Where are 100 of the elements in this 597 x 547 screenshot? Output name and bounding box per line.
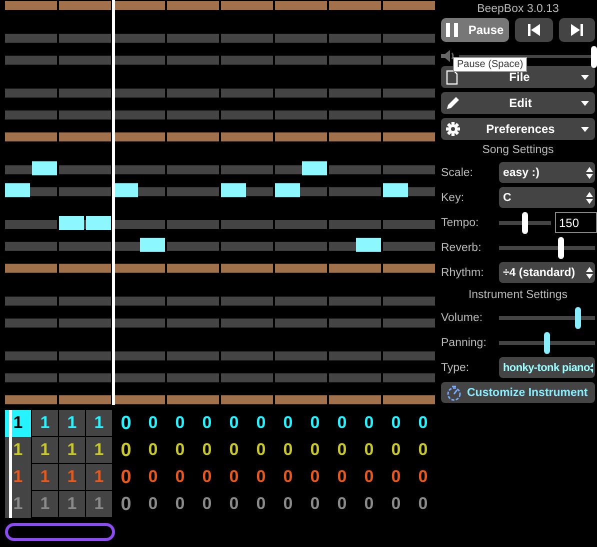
pattern-cell[interactable]: 1 — [86, 410, 112, 436]
pattern-cell[interactable]: 0 — [113, 437, 139, 463]
pattern-cell[interactable]: 1 — [59, 410, 85, 436]
pattern-cell[interactable]: 0 — [194, 410, 220, 436]
pattern-cell[interactable]: 0 — [410, 437, 436, 463]
slider-thumb[interactable] — [522, 212, 528, 234]
pattern-cell[interactable]: 1 — [5, 437, 31, 464]
pattern-cell[interactable]: 0 — [383, 464, 409, 490]
skip-back-icon — [528, 24, 540, 36]
pattern-cell[interactable]: 0 — [275, 491, 301, 517]
pattern-cell[interactable]: 0 — [113, 410, 139, 436]
pattern-cell[interactable]: 0 — [167, 410, 193, 436]
pattern-cell[interactable]: 1 — [86, 437, 112, 463]
pattern-number: 0 — [120, 470, 132, 484]
spinner-arrows-icon — [586, 192, 593, 204]
pattern-cell[interactable]: 0 — [167, 464, 193, 490]
slider-thumb[interactable] — [544, 332, 550, 354]
setting-label: Type: — [441, 362, 470, 374]
gear-icon — [446, 122, 460, 136]
pattern-cell[interactable]: 0 — [275, 464, 301, 490]
pattern-cell[interactable]: 0 — [275, 437, 301, 463]
pattern-cell[interactable]: 0 — [329, 410, 355, 436]
customize-instrument-button[interactable]: Customize Instrument — [441, 382, 595, 403]
pattern-number: 0 — [120, 416, 132, 430]
pattern-cell[interactable]: 0 — [194, 491, 220, 517]
slider-thumb[interactable] — [574, 306, 581, 328]
setting-label: Key: — [441, 192, 466, 204]
pattern-cell[interactable]: 0 — [140, 464, 166, 490]
previous-bar-button[interactable] — [515, 18, 553, 42]
pattern-cell[interactable]: 0 — [356, 410, 382, 436]
setting-label: Panning: — [441, 336, 488, 348]
pattern-cell[interactable]: 0 — [302, 410, 328, 436]
dropdown-select[interactable]: C — [499, 187, 595, 208]
menu-button[interactable]: Preferences — [441, 118, 595, 140]
spinner-arrows-icon — [586, 266, 593, 278]
section-heading: Song Settings — [481, 143, 555, 158]
dropdown-caret-icon — [580, 74, 589, 80]
pattern-cell[interactable]: 0 — [383, 491, 409, 517]
volume-slider-thumb[interactable] — [591, 46, 597, 68]
app-title: BeepBox 3.0.13 — [476, 2, 560, 17]
setting-label: Volume: — [441, 312, 484, 324]
dropdown-select[interactable]: easy :) — [499, 162, 595, 183]
stopwatch-icon — [445, 384, 463, 400]
spinner-arrows-icon — [586, 166, 593, 178]
pattern-cell[interactable]: 0 — [113, 464, 139, 490]
pattern-cell[interactable]: 0 — [221, 410, 247, 436]
pattern-cell[interactable]: 0 — [329, 437, 355, 463]
tempo-field[interactable]: 150 — [555, 212, 597, 233]
pattern-cell[interactable]: 1 — [5, 410, 31, 437]
pattern-cell[interactable]: 0 — [410, 491, 436, 517]
pattern-cell[interactable]: 0 — [248, 464, 274, 490]
pattern-cell[interactable]: 0 — [221, 491, 247, 517]
speaker-icon — [441, 50, 455, 62]
next-bar-button[interactable] — [559, 18, 595, 42]
pattern-cell[interactable]: 0 — [383, 437, 409, 463]
pattern-cell[interactable]: 0 — [140, 491, 166, 517]
pattern-cell[interactable]: 0 — [167, 437, 193, 463]
pattern-cell[interactable]: 0 — [329, 491, 355, 517]
pattern-cell[interactable]: 1 — [32, 437, 58, 463]
pattern-cell[interactable]: 0 — [329, 464, 355, 490]
pattern-cell[interactable]: 0 — [194, 464, 220, 490]
pattern-cell[interactable]: 0 — [356, 491, 382, 517]
pattern-cell[interactable]: 0 — [302, 491, 328, 517]
dropdown-caret-icon — [581, 126, 589, 132]
skip-forward-icon — [571, 24, 583, 36]
pattern-cell[interactable]: 0 — [248, 410, 274, 436]
spinner-arrows-icon — [590, 362, 593, 374]
pattern-cell[interactable]: 0 — [302, 464, 328, 490]
dropdown-select[interactable]: honky-tonk piano — [499, 357, 595, 378]
pause-icon — [446, 23, 458, 37]
menu-button[interactable]: Edit — [441, 92, 595, 114]
slider-thumb[interactable] — [558, 236, 564, 258]
pattern-cell[interactable]: 0 — [248, 437, 274, 463]
pattern-cell[interactable]: 0 — [302, 437, 328, 463]
pattern-cell[interactable]: 1 — [32, 410, 58, 436]
pattern-cell[interactable]: 0 — [383, 410, 409, 436]
pencil-icon — [446, 96, 460, 110]
pattern-cell[interactable]: 0 — [221, 437, 247, 463]
dropdown-caret-icon — [580, 100, 589, 106]
pattern-cell[interactable]: 0 — [140, 410, 166, 436]
dropdown-select[interactable]: ÷4 (standard) — [499, 262, 595, 283]
pattern-cell[interactable]: 0 — [221, 464, 247, 490]
loop-range-handle[interactable] — [5, 523, 115, 541]
setting-label: Scale: — [441, 166, 474, 178]
pause-button[interactable]: Pause — [441, 18, 509, 42]
setting-label: Rhythm: — [441, 266, 485, 278]
pattern-cell[interactable]: 0 — [140, 437, 166, 463]
setting-label: Reverb: — [441, 242, 482, 254]
pattern-cell[interactable]: 1 — [59, 437, 85, 463]
pattern-cell[interactable]: 0 — [194, 437, 220, 463]
pattern-cell[interactable]: 0 — [410, 410, 436, 436]
pattern-cell[interactable]: 0 — [167, 491, 193, 517]
pattern-cell[interactable]: 0 — [248, 491, 274, 517]
document-icon — [446, 70, 458, 84]
pattern-cell[interactable]: 0 — [410, 464, 436, 490]
pattern-cell[interactable]: 0 — [275, 410, 301, 436]
pattern-cell[interactable]: 0 — [113, 491, 139, 517]
tooltip: Pause (Space) — [453, 57, 528, 72]
pattern-cell[interactable]: 0 — [356, 464, 382, 490]
pattern-cell[interactable]: 0 — [356, 437, 382, 463]
